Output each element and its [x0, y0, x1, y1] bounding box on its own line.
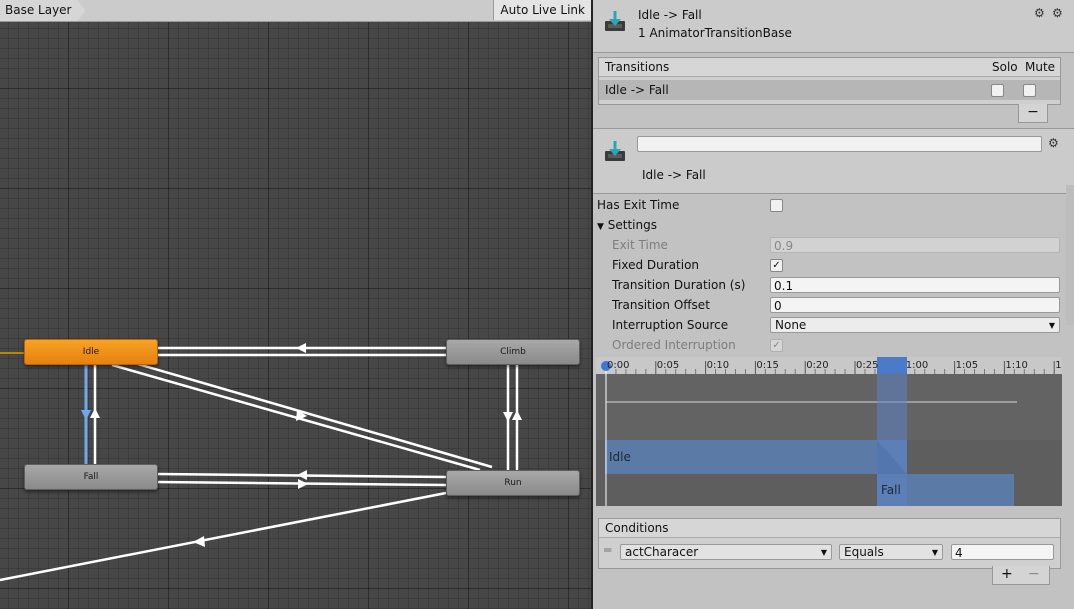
ordered-interruption-label: Ordered Interruption — [612, 338, 736, 352]
state-climb[interactable]: Climb — [446, 339, 580, 365]
source-state-label: Idle — [609, 450, 631, 464]
transitions-list: Transitions Solo Mute Idle -> Fall — [598, 57, 1061, 105]
transition-label: Idle -> Fall — [642, 168, 706, 182]
has-exit-time-label: Has Exit Time — [597, 198, 680, 212]
destination-state-label: Fall — [881, 483, 901, 497]
inspector-header: Idle -> Fall 1 AnimatorTransitionBase ⚙ … — [593, 0, 1074, 53]
interruption-source-dropdown[interactable]: None ▼ — [770, 317, 1060, 333]
chevron-down-icon: ▼ — [1048, 321, 1055, 330]
settings-label: Settings — [607, 218, 657, 232]
state-run[interactable]: Run — [446, 470, 580, 496]
transition-row[interactable]: Idle -> Fall — [599, 80, 1060, 100]
arrowhead-left — [193, 536, 205, 547]
transition-duration-field[interactable]: 0.1 — [770, 277, 1060, 293]
condition-value-field[interactable]: 4 — [951, 544, 1054, 560]
transition-row-label: Idle -> Fall — [605, 83, 669, 97]
timeline-tick-label: 1:15 — [1055, 360, 1062, 371]
breadcrumb-base-layer[interactable]: Base Layer — [0, 0, 86, 21]
state-fall[interactable]: Fall — [24, 464, 158, 490]
arrowhead-down — [503, 412, 513, 422]
arrowhead-left — [296, 343, 306, 353]
add-condition-button[interactable]: + — [1001, 566, 1013, 582]
mute-checkbox[interactable] — [1023, 84, 1036, 97]
arrowhead-up — [90, 408, 100, 418]
timeline-tick-label: 0:20 — [806, 360, 829, 371]
interruption-source-value: None — [775, 318, 807, 332]
transition-timeline[interactable]: 0:00 0:05 0:10 0:15 0:20 0:25 1:00 1:05 1:10 1:15… — [596, 357, 1062, 506]
fixed-duration-label: Fixed Duration — [612, 258, 700, 272]
timeline-tick-label: 0:05 — [656, 360, 680, 371]
transition-name-input[interactable] — [637, 136, 1042, 152]
foldout-triangle-icon: ▼ — [597, 222, 604, 232]
chevron-down-icon: ▼ — [820, 548, 827, 557]
transition-offset-field[interactable]: 0 — [770, 297, 1060, 313]
transition-offset-label: Transition Offset — [612, 298, 710, 312]
timeline-tick-label: 0:25 — [856, 360, 879, 371]
transition-icon — [605, 11, 625, 31]
chevron-down-icon: ▼ — [931, 548, 938, 557]
sliders-icon[interactable]: ⚙ — [1034, 6, 1045, 20]
transition-run-to-offscreen[interactable] — [0, 491, 447, 582]
arrowhead-left — [297, 470, 307, 480]
animator-graph[interactable]: Idle Climb Fall Run Base Layer Auto Live… — [0, 0, 591, 609]
source-state-bar[interactable] — [605, 440, 907, 474]
transitions-header: Transitions Solo Mute — [599, 58, 1060, 77]
condition-parameter-value: actCharacer — [625, 545, 699, 559]
state-idle-label: Idle — [82, 347, 100, 357]
settings-foldout[interactable]: ▼ Settings — [597, 216, 657, 234]
graph-toolbar: Base Layer Auto Live Link — [0, 0, 591, 22]
timeline-tick-label: 0:15 — [756, 360, 779, 371]
state-idle[interactable]: Idle — [24, 339, 158, 365]
state-run-label: Run — [504, 478, 522, 488]
timeline-tick-label: 0:10 — [706, 360, 730, 371]
transition-run-to-idle[interactable] — [123, 358, 493, 469]
arrowhead-right — [298, 479, 308, 489]
transition-icon — [605, 141, 625, 161]
conditions-footer: + − — [992, 566, 1050, 585]
timeline-tick-label: 1:10 — [1005, 360, 1028, 371]
timeline-graphics — [596, 357, 1062, 506]
interruption-source-label: Interruption Source — [612, 318, 729, 332]
gear-icon[interactable]: ⚙ — [1052, 6, 1063, 20]
timeline-tick-label: 1:00 — [905, 360, 929, 371]
state-climb-label: Climb — [500, 347, 526, 357]
mute-column-label: Mute — [1025, 60, 1056, 74]
timeline-tick-label: 1:05 — [955, 360, 979, 371]
condition-parameter-dropdown[interactable]: actCharacer ▼ — [620, 544, 832, 560]
transition-settings-header: ⚙ Idle -> Fall — [593, 128, 1074, 194]
has-exit-time-checkbox[interactable] — [770, 199, 783, 212]
inspector-subtitle: 1 AnimatorTransitionBase — [638, 26, 792, 40]
remove-transition-button[interactable]: − — [1018, 104, 1048, 123]
auto-live-link-button[interactable]: Auto Live Link — [493, 0, 591, 20]
conditions-list: Conditions ═ actCharacer ▼ Equals ▼ 4 — [598, 518, 1061, 569]
gear-icon[interactable]: ⚙ — [1048, 136, 1059, 150]
transition-duration-label: Transition Duration (s) — [612, 278, 746, 292]
solo-checkbox[interactable] — [991, 84, 1004, 97]
ordered-interruption-checkbox: ✓ — [770, 339, 783, 352]
transition-arrows — [0, 343, 522, 582]
drag-handle-icon[interactable]: ═ — [604, 543, 611, 557]
arrowhead-down — [81, 410, 91, 420]
state-fall-label: Fall — [83, 472, 99, 482]
exit-time-field: 0.9 — [770, 237, 1060, 253]
fixed-duration-checkbox[interactable]: ✓ — [770, 259, 783, 272]
solo-column-label: Solo — [992, 60, 1018, 74]
condition-mode-value: Equals — [844, 545, 884, 559]
arrowhead-up — [512, 410, 522, 420]
exit-time-label: Exit Time — [612, 238, 668, 252]
timeline-tick-label: 0:00 — [607, 360, 630, 371]
transitions-title: Transitions — [605, 60, 670, 74]
remove-condition-button[interactable]: − — [1028, 566, 1040, 582]
condition-mode-dropdown[interactable]: Equals ▼ — [839, 544, 943, 560]
transition-idle-to-run[interactable] — [111, 363, 481, 472]
inspector-scrollbar[interactable] — [1066, 185, 1074, 325]
inspector-title: Idle -> Fall — [638, 8, 702, 22]
inspector-panel: Idle -> Fall 1 AnimatorTransitionBase ⚙ … — [593, 0, 1074, 609]
conditions-header: Conditions — [599, 519, 1060, 538]
